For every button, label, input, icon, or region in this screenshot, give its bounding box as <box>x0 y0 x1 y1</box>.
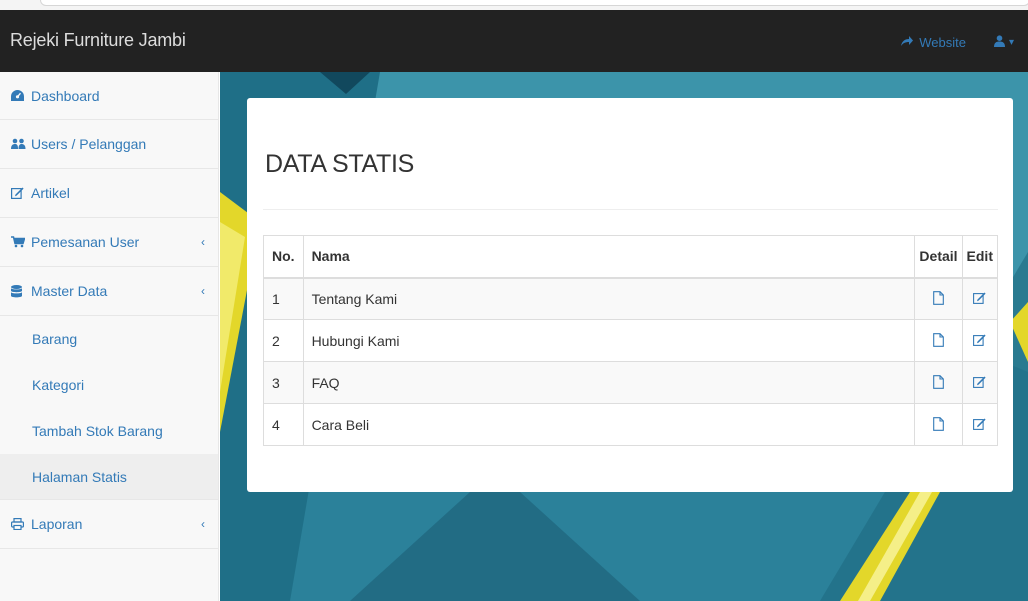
sidebar-item-label: Kategori <box>32 376 85 393</box>
sidebar-item-artikel[interactable]: Artikel <box>0 169 218 218</box>
cart-icon <box>11 236 27 248</box>
edit-cell <box>961 319 999 362</box>
sidebar-item-label: Tambah Stok Barang <box>32 422 163 439</box>
main-content: DATA STATIS No. Nama Detail Edit 1 Tenta… <box>220 72 1028 601</box>
file-icon[interactable] <box>930 416 946 432</box>
table-header-row: No. Nama Detail Edit <box>263 235 999 279</box>
column-header-edit: Edit <box>961 235 999 279</box>
website-label: Website <box>919 34 966 50</box>
sidebar-item-pemesanan[interactable]: Pemesanan User ‹ <box>0 218 218 267</box>
chevron-left-icon: ‹ <box>201 517 205 531</box>
sidebar-item-label: Master Data <box>31 283 108 299</box>
sidebar-item-label: Barang <box>32 330 78 347</box>
sidebar-item-label: Pemesanan User <box>31 234 140 250</box>
divider <box>263 209 998 210</box>
sidebar-sub-tambah-stok[interactable]: Tambah Stok Barang <box>0 408 218 454</box>
row-nama: Cara Beli <box>302 403 916 446</box>
row-nama: Tentang Kami <box>302 277 916 320</box>
file-icon[interactable] <box>930 374 946 390</box>
row-nama: FAQ <box>302 361 916 404</box>
edit-icon <box>11 187 27 199</box>
sidebar-item-label: Laporan <box>31 516 83 532</box>
edit-cell <box>961 277 999 320</box>
user-icon <box>993 34 1005 50</box>
detail-cell <box>914 403 963 446</box>
print-icon <box>11 518 27 530</box>
dashboard-icon <box>11 90 27 101</box>
row-nama: Hubungi Kami <box>302 319 916 362</box>
website-link[interactable]: Website <box>900 35 966 50</box>
navbar-right: Website ▾ <box>900 34 1014 50</box>
top-navbar: Rejeki Furniture Jambi Website ▾ <box>0 10 1028 72</box>
user-menu[interactable]: ▾ <box>993 34 1014 50</box>
detail-cell <box>914 361 963 404</box>
brand-title[interactable]: Rejeki Furniture Jambi <box>10 30 186 51</box>
sidebar: Dashboard Users / Pelanggan Artikel Peme… <box>0 72 219 601</box>
chevron-left-icon: ‹ <box>201 284 205 298</box>
sidebar-sub-halaman-statis[interactable]: Halaman Statis <box>0 454 218 500</box>
sidebar-item-label: Users / Pelanggan <box>31 136 147 152</box>
table-row: 4 Cara Beli <box>263 403 999 446</box>
edit-icon[interactable] <box>972 332 988 348</box>
sidebar-item-users[interactable]: Users / Pelanggan <box>0 120 218 169</box>
browser-strip <box>0 0 1028 10</box>
address-bar[interactable] <box>40 0 1028 6</box>
column-header-no: No. <box>263 235 304 279</box>
sidebar-item-label: Halaman Statis <box>32 468 127 485</box>
sidebar-item-dashboard[interactable]: Dashboard <box>0 72 218 120</box>
detail-cell <box>914 277 963 320</box>
sidebar-item-label: Dashboard <box>31 87 100 104</box>
row-number: 1 <box>263 277 304 320</box>
edit-cell <box>961 403 999 446</box>
chevron-left-icon: ‹ <box>201 235 205 249</box>
data-table: No. Nama Detail Edit 1 Tentang Kami 2 Hu… <box>263 235 999 446</box>
users-icon <box>11 138 27 150</box>
edit-icon[interactable] <box>972 416 988 432</box>
sidebar-item-laporan[interactable]: Laporan ‹ <box>0 500 218 549</box>
table-row: 3 FAQ <box>263 361 999 404</box>
database-icon <box>11 284 27 298</box>
sidebar-item-label: Artikel <box>31 185 70 201</box>
sidebar-sub-barang[interactable]: Barang <box>0 316 218 362</box>
column-header-detail: Detail <box>914 235 963 279</box>
file-icon[interactable] <box>930 332 946 348</box>
edit-cell <box>961 361 999 404</box>
table-row: 1 Tentang Kami <box>263 277 999 320</box>
sidebar-item-master-data[interactable]: Master Data ‹ <box>0 267 218 316</box>
edit-icon[interactable] <box>972 290 988 306</box>
edit-icon[interactable] <box>972 374 988 390</box>
row-number: 3 <box>263 361 304 404</box>
column-header-nama: Nama <box>302 235 916 279</box>
chevron-down-icon: ▾ <box>1008 36 1014 48</box>
detail-cell <box>914 319 963 362</box>
table-row: 2 Hubungi Kami <box>263 319 999 362</box>
row-number: 4 <box>263 403 304 446</box>
share-icon <box>900 35 914 50</box>
content-panel: DATA STATIS No. Nama Detail Edit 1 Tenta… <box>247 98 1013 492</box>
row-number: 2 <box>263 319 304 362</box>
page-title: DATA STATIS <box>265 150 415 178</box>
file-icon[interactable] <box>930 290 946 306</box>
sidebar-sub-kategori[interactable]: Kategori <box>0 362 218 408</box>
